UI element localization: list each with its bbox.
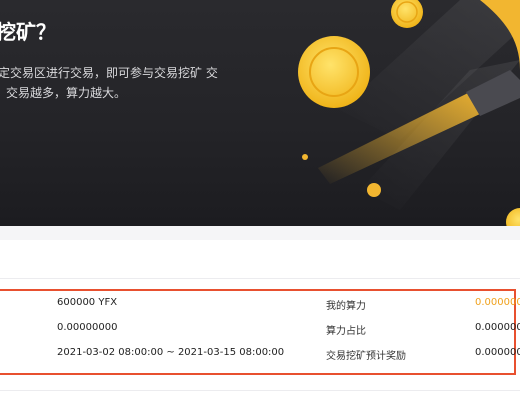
hero-banner: 挖矿？ 定交易区进行交易，即可参与交易挖矿 交 交易越多，算力越大。 [0,0,520,226]
my-hashrate-value: 0.00000000 [475,297,520,308]
total-reward-value: 600000 YFX [57,297,118,308]
bottom-divider [0,390,520,391]
my-hashrate-label: 我的算力 [326,301,366,312]
ratio-value: 0.00000000 [57,322,118,333]
expected-reward-label: 交易挖矿预计奖励 [326,351,406,362]
expected-reward-value: 0.00000000 [475,347,520,358]
panel-divider [0,278,520,279]
coin-icon [298,36,370,108]
hashrate-share-label: 算力占比 [326,326,366,337]
coin-icon [506,208,520,226]
spark-icon [302,154,308,160]
hashrate-share-value: 0.00000000 [475,322,520,333]
mining-illustration [298,0,520,226]
mining-period-value: 2021-03-02 08:00:00 ~ 2021-03-15 08:00:0… [57,347,285,358]
coin-icon [367,183,381,197]
coin-icon [391,0,423,28]
